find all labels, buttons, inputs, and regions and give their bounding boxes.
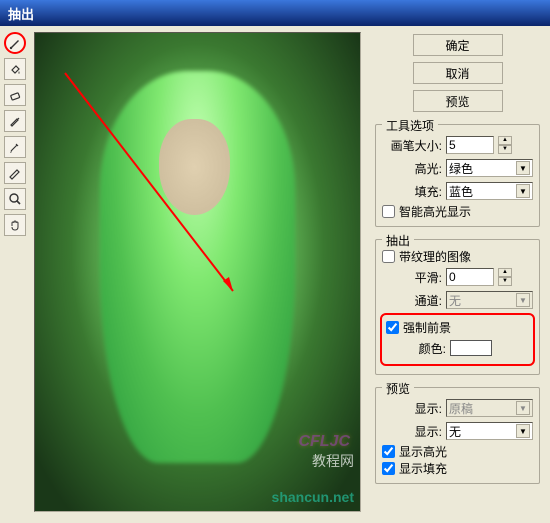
fill-label: 填充: [382,183,442,200]
channel-label: 通道: [382,292,442,309]
chevron-down-icon: ▼ [516,161,530,175]
chevron-down-icon: ▼ [516,293,530,307]
preview-group: 预览 显示: 原稿▼ 显示: 无▼ 显示高光 显示填充 [375,387,540,484]
edge-highlighter-tool[interactable] [4,32,26,54]
color-label: 颜色: [386,340,446,357]
main-area: CFLJC 教程网 shancun.net 确定 取消 预览 工具选项 画笔大小… [0,26,550,519]
watermark-url: shancun.net [272,489,354,505]
tool-options-group: 工具选项 画笔大小: ▲▼ 高光: 绿色▼ 填充: 蓝色▼ 智能高光显示 [375,124,540,227]
zoom-tool[interactable] [4,188,26,210]
cleanup-tool[interactable] [4,136,26,158]
show-label: 显示: [382,400,442,417]
ok-button[interactable]: 确定 [413,34,503,56]
display-label: 显示: [382,423,442,440]
force-foreground-highlight: 强制前景 颜色: [380,313,535,366]
chevron-down-icon: ▼ [516,424,530,438]
brush-size-spinner[interactable]: ▲▼ [498,136,512,154]
chevron-down-icon: ▼ [516,401,530,415]
smooth-spinner[interactable]: ▲▼ [498,268,512,286]
eyedropper-tool[interactable] [4,110,26,132]
display-select[interactable]: 无▼ [446,422,533,440]
preview-title: 预览 [382,380,414,397]
brush-size-input[interactable] [446,136,494,154]
hand-tool[interactable] [4,214,26,236]
toolbar [0,26,30,519]
textured-checkbox[interactable]: 带纹理的图像 [382,248,533,265]
color-swatch[interactable] [450,340,492,356]
fill-select[interactable]: 蓝色▼ [446,182,533,200]
extract-group: 抽出 带纹理的图像 平滑: ▲▼ 通道: 无▼ 强制前景 颜色: [375,239,540,375]
show-fill-checkbox[interactable]: 显示填充 [382,460,533,477]
smooth-input[interactable] [446,268,494,286]
eraser-tool[interactable] [4,84,26,106]
highlight-label: 高光: [382,160,442,177]
title-bar: 抽出 [0,0,550,26]
extract-title: 抽出 [382,232,414,249]
chevron-down-icon: ▼ [516,184,530,198]
highlight-select[interactable]: 绿色▼ [446,159,533,177]
show-select[interactable]: 原稿▼ [446,399,533,417]
watermark-logo: CFLJC [298,433,350,451]
smart-highlight-checkbox[interactable]: 智能高光显示 [382,203,533,220]
brush-size-label: 画笔大小: [382,137,442,154]
tool-options-title: 工具选项 [382,117,438,134]
window-title: 抽出 [8,4,34,23]
canvas-area: CFLJC 教程网 shancun.net [30,26,365,519]
show-highlight-checkbox[interactable]: 显示高光 [382,443,533,460]
force-foreground-checkbox[interactable]: 强制前景 [386,319,529,336]
annotation-arrow [63,71,263,321]
edge-touchup-tool[interactable] [4,162,26,184]
smooth-label: 平滑: [382,269,442,286]
channel-select[interactable]: 无▼ [446,291,533,309]
fill-tool[interactable] [4,58,26,80]
image-canvas[interactable]: CFLJC 教程网 shancun.net [34,32,361,512]
preview-button[interactable]: 预览 [413,90,503,112]
right-panel: 确定 取消 预览 工具选项 画笔大小: ▲▼ 高光: 绿色▼ 填充: 蓝色▼ 智… [365,26,550,519]
cancel-button[interactable]: 取消 [413,62,503,84]
watermark-text: 教程网 [312,451,354,471]
